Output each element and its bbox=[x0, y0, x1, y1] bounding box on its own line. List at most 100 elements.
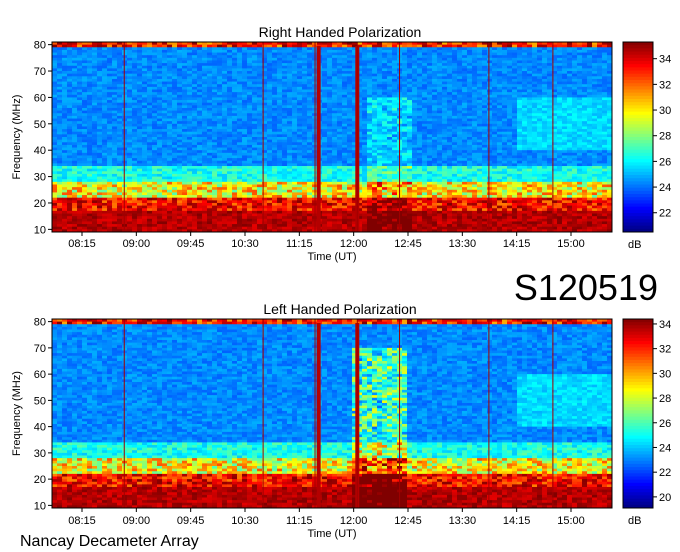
heatmap-cell bbox=[207, 107, 213, 112]
heatmap-cell bbox=[297, 84, 303, 88]
heatmap-cell bbox=[587, 102, 593, 106]
heatmap-cell bbox=[477, 137, 483, 141]
heatmap-cell bbox=[282, 73, 288, 77]
heatmap-cell bbox=[482, 115, 488, 119]
heatmap-cell bbox=[177, 97, 183, 101]
heatmap-cell bbox=[102, 65, 108, 69]
heatmap-cell bbox=[457, 110, 463, 114]
heatmap-cell bbox=[367, 118, 373, 122]
heatmap-cell bbox=[587, 142, 593, 146]
heatmap-cell bbox=[382, 105, 388, 109]
heatmap-cell bbox=[442, 73, 448, 77]
heatmap-cell bbox=[297, 68, 303, 72]
heatmap-cell bbox=[227, 57, 233, 61]
heatmap-cell bbox=[112, 78, 118, 82]
heatmap-cell bbox=[62, 63, 68, 67]
heatmap-cell bbox=[452, 150, 458, 154]
heatmap-cell bbox=[492, 76, 498, 80]
heatmap-cell bbox=[547, 47, 553, 51]
heatmap-cell bbox=[212, 63, 218, 67]
heatmap-cell bbox=[387, 158, 393, 162]
heatmap-cell bbox=[67, 147, 73, 151]
heatmap-cell bbox=[97, 76, 103, 80]
heatmap-cell bbox=[337, 113, 343, 117]
heatmap-cell bbox=[522, 150, 528, 154]
heatmap-cell bbox=[332, 118, 338, 122]
heatmap-cell bbox=[442, 76, 448, 80]
heatmap-cell bbox=[67, 139, 73, 143]
heatmap-cell bbox=[592, 100, 598, 104]
heatmap-cell bbox=[92, 137, 98, 141]
heatmap-cell bbox=[412, 126, 418, 130]
heatmap-cell bbox=[102, 142, 108, 146]
heatmap-cell bbox=[577, 110, 583, 114]
heatmap-cell bbox=[532, 86, 538, 90]
heatmap-cell bbox=[182, 126, 188, 130]
heatmap-cell bbox=[292, 115, 298, 119]
heatmap-cell bbox=[72, 142, 78, 146]
heatmap-cell bbox=[502, 71, 508, 75]
heatmap-cell bbox=[57, 115, 63, 119]
heatmap-cell bbox=[237, 97, 243, 101]
heatmap-cell bbox=[107, 68, 113, 72]
heatmap-cell bbox=[292, 60, 298, 64]
heatmap-cell bbox=[427, 155, 433, 159]
heatmap-cell bbox=[392, 123, 398, 127]
heatmap-cell bbox=[542, 76, 548, 80]
heatmap-cell bbox=[107, 155, 113, 159]
heatmap-cell bbox=[92, 63, 98, 67]
heatmap-cell bbox=[442, 144, 448, 148]
heatmap-cell bbox=[467, 84, 473, 88]
heatmap-cell bbox=[222, 144, 228, 148]
heatmap-cell bbox=[187, 142, 193, 146]
heatmap-cell bbox=[242, 76, 248, 80]
heatmap-cell bbox=[247, 89, 253, 93]
heatmap-cell bbox=[542, 92, 548, 96]
heatmap-cell bbox=[127, 68, 133, 72]
heatmap-cell bbox=[437, 134, 443, 138]
heatmap-cell bbox=[382, 49, 388, 53]
heatmap-cell bbox=[307, 121, 313, 125]
heatmap-cell bbox=[452, 52, 458, 56]
heatmap-cell bbox=[217, 52, 223, 56]
heatmap-cell bbox=[237, 71, 243, 75]
heatmap-cell bbox=[177, 52, 183, 56]
heatmap-cell bbox=[252, 147, 258, 151]
heatmap-cell bbox=[572, 68, 578, 72]
heatmap-cell bbox=[362, 47, 368, 51]
heatmap-cell bbox=[562, 52, 568, 56]
heatmap-cell bbox=[72, 110, 78, 114]
heatmap-cell bbox=[52, 158, 58, 162]
heatmap-cell bbox=[167, 152, 173, 156]
heatmap-cell bbox=[462, 44, 468, 48]
heatmap-cell bbox=[387, 47, 393, 51]
heatmap-cell bbox=[227, 84, 233, 88]
heatmap-cell bbox=[457, 76, 463, 80]
heatmap-cell bbox=[82, 121, 88, 125]
heatmap-cell bbox=[417, 44, 423, 48]
heatmap-cell bbox=[227, 100, 233, 104]
heatmap-cell bbox=[72, 105, 78, 109]
heatmap-cell bbox=[97, 142, 103, 146]
heatmap-cell bbox=[527, 78, 533, 82]
heatmap-cell bbox=[242, 92, 248, 96]
heatmap-cell bbox=[237, 94, 243, 98]
heatmap-cell bbox=[462, 142, 468, 146]
heatmap-cell bbox=[172, 57, 178, 61]
heatmap-cell bbox=[207, 134, 213, 138]
heatmap-cell bbox=[442, 57, 448, 61]
heatmap-cell bbox=[347, 78, 353, 82]
heatmap-cell bbox=[222, 134, 228, 138]
heatmap-cell bbox=[572, 152, 578, 156]
heatmap-cell bbox=[147, 65, 153, 69]
heatmap-cell bbox=[567, 94, 573, 98]
heatmap-cell bbox=[177, 113, 183, 117]
heatmap-cell bbox=[502, 129, 508, 133]
heatmap-cell bbox=[92, 131, 98, 135]
heatmap-cell bbox=[362, 115, 368, 119]
heatmap-cell bbox=[507, 152, 513, 156]
heatmap-cell bbox=[417, 144, 423, 148]
heatmap-cell bbox=[132, 60, 138, 64]
heatmap-cell bbox=[127, 65, 133, 69]
heatmap-cell bbox=[332, 89, 338, 93]
